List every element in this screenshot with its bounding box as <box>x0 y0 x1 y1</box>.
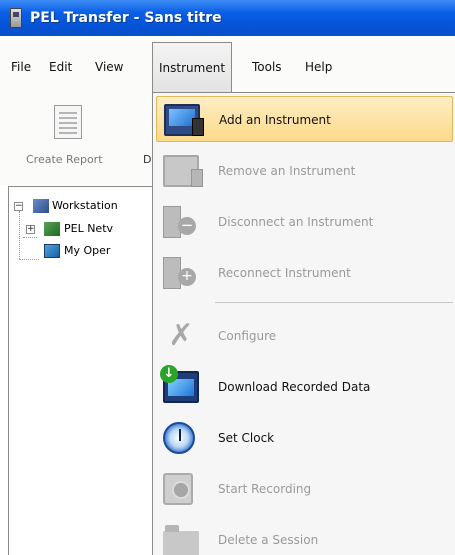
menu-item-label: Configure <box>218 329 277 343</box>
menu-item-label: Delete a Session <box>218 533 319 547</box>
menu-tools[interactable]: Tools <box>252 54 282 80</box>
title-bar[interactable]: PEL Transfer - Sans titre <box>0 0 455 36</box>
menu-item-label: Download Recorded Data <box>218 380 371 394</box>
network-icon <box>44 222 60 236</box>
tree-item-workstation[interactable]: − Workstation <box>9 197 154 215</box>
tree-item-label: My Oper <box>64 244 111 257</box>
report-icon[interactable] <box>54 105 82 139</box>
menu-item-remove-instrument[interactable]: Remove an Instrument <box>156 148 453 194</box>
toolbar-next-button-label[interactable]: D <box>143 153 151 166</box>
tree-item-my-operations[interactable]: My Oper <box>9 242 154 260</box>
workstation-icon <box>33 199 49 213</box>
menu-help[interactable]: Help <box>305 54 332 80</box>
disconnect-instrument-icon <box>163 206 196 238</box>
menu-item-label: Start Recording <box>218 482 312 496</box>
menu-item-delete-session[interactable]: Delete a Session <box>156 517 453 555</box>
menu-item-reconnect-instrument[interactable]: Reconnect Instrument <box>156 250 453 296</box>
menu-item-add-instrument[interactable]: Add an Instrument <box>156 96 453 142</box>
delete-session-icon <box>163 525 199 555</box>
tree-item-label: PEL Netv <box>64 222 114 235</box>
menu-item-download-recorded-data[interactable]: Download Recorded Data <box>156 364 453 410</box>
menu-edit[interactable]: Edit <box>49 54 72 80</box>
menu-item-label: Remove an Instrument <box>218 164 356 178</box>
remove-instrument-icon <box>163 155 203 187</box>
add-instrument-icon <box>164 104 204 136</box>
download-data-icon <box>160 365 199 403</box>
menu-file[interactable]: File <box>11 54 31 80</box>
menu-item-disconnect-instrument[interactable]: Disconnect an Instrument <box>156 199 453 245</box>
pel-device-icon <box>10 8 22 28</box>
window-title: PEL Transfer - Sans titre <box>30 10 222 26</box>
menu-item-label: Set Clock <box>218 431 275 445</box>
expand-icon[interactable]: + <box>26 225 35 234</box>
menu-item-label: Disconnect an Instrument <box>218 215 374 229</box>
start-recording-icon <box>163 473 193 505</box>
workstation-tree: − Workstation + PEL Netv My Oper <box>8 186 153 555</box>
menu-bar: File Edit View Instrument Tools Help <box>0 40 455 95</box>
create-report-button[interactable]: Create Report <box>26 153 103 166</box>
toolbar: Create Report D <box>0 95 152 185</box>
menu-item-label: Reconnect Instrument <box>218 266 351 280</box>
collapse-icon[interactable]: − <box>14 202 23 211</box>
instrument-menu-dropdown: Add an Instrument Remove an Instrument D… <box>152 92 455 555</box>
tree-item-label: Workstation <box>52 199 118 212</box>
configure-tools-icon: ✗ <box>168 318 194 353</box>
menu-instrument[interactable]: Instrument <box>152 42 233 92</box>
reconnect-instrument-icon <box>163 257 196 289</box>
tree-item-pel-network[interactable]: + PEL Netv <box>9 220 154 238</box>
clock-icon <box>163 422 195 454</box>
menu-item-set-clock[interactable]: Set Clock <box>156 415 453 461</box>
menu-item-start-recording[interactable]: Start Recording <box>156 466 453 512</box>
operations-icon <box>44 244 60 258</box>
menu-item-label: Add an Instrument <box>219 113 331 127</box>
menu-view[interactable]: View <box>95 54 123 80</box>
menu-item-configure[interactable]: ✗ Configure <box>156 313 453 359</box>
menu-separator <box>215 302 453 303</box>
